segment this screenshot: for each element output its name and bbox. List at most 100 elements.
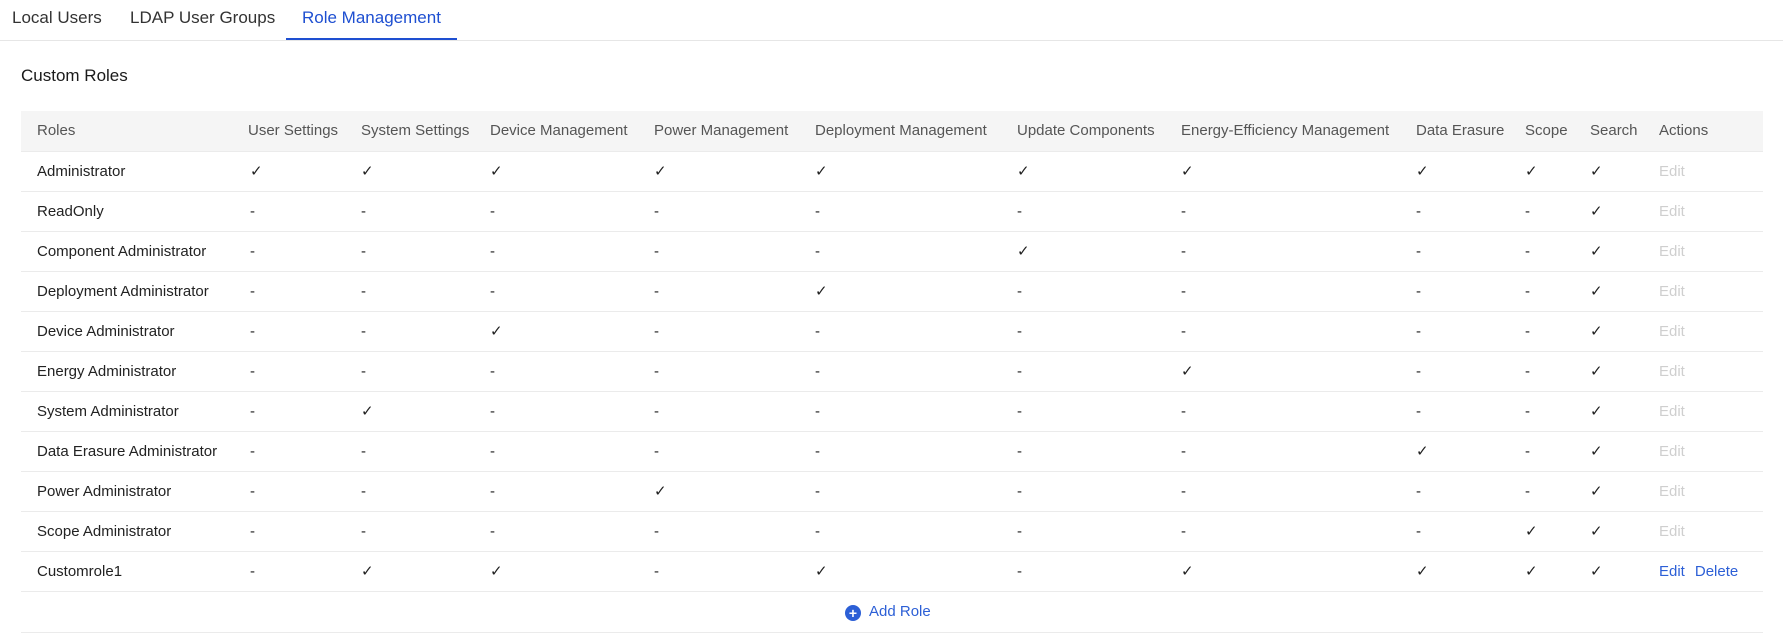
- permission-none: -: [250, 242, 255, 260]
- permission-none: -: [815, 442, 820, 460]
- permission-check: ✓: [361, 163, 374, 180]
- tab-role-management[interactable]: Role Management: [286, 0, 457, 40]
- permission-none: -: [1181, 242, 1186, 260]
- table-row: Scope Administrator - - - - - - - - ✓ ✓ Edit: [21, 511, 1763, 551]
- actions-cell: Edit: [1643, 431, 1763, 471]
- permission-none: -: [1416, 202, 1421, 220]
- permission-none: -: [815, 402, 820, 420]
- column-header: Update Components: [1017, 122, 1155, 140]
- permission-none: -: [654, 362, 659, 380]
- tab-ldap-user-groups[interactable]: LDAP User Groups: [130, 0, 275, 38]
- permission-none: -: [490, 442, 495, 460]
- permission-none: -: [1525, 242, 1530, 260]
- permission-check: ✓: [1590, 523, 1603, 540]
- permission-none: -: [250, 562, 255, 580]
- permission-none: -: [1416, 522, 1421, 540]
- permission-check: ✓: [1590, 283, 1603, 300]
- permission-none: -: [1017, 522, 1022, 540]
- permission-check: ✓: [1017, 243, 1030, 260]
- permission-none: -: [1181, 522, 1186, 540]
- column-header: Device Management: [490, 122, 628, 140]
- delete-link[interactable]: Delete: [1695, 563, 1738, 580]
- permission-none: -: [1017, 322, 1022, 340]
- table-header-row: Roles User Settings System Settings Device …: [21, 111, 1763, 151]
- edit-link: Edit: [1659, 362, 1685, 380]
- permission-check: ✓: [1590, 323, 1603, 340]
- section-title: Custom Roles: [21, 66, 128, 85]
- permission-none: -: [1181, 202, 1186, 220]
- permission-none: -: [1181, 282, 1186, 300]
- permission-check: ✓: [361, 563, 374, 580]
- permission-none: -: [361, 482, 366, 500]
- permission-check: ✓: [654, 163, 667, 180]
- table-row: ReadOnly - - - - - - - - - ✓ Edit: [21, 191, 1763, 231]
- column-header: Energy-Efficiency Management: [1181, 122, 1390, 140]
- permission-none: -: [1525, 362, 1530, 380]
- permission-check: ✓: [1590, 203, 1603, 220]
- column-header: Scope: [1525, 122, 1568, 140]
- tab-local-users[interactable]: Local Users: [12, 0, 102, 38]
- actions-cell: Edit: [1643, 311, 1763, 351]
- permission-none: -: [1525, 442, 1530, 460]
- edit-link[interactable]: Edit: [1659, 563, 1685, 580]
- role-name: ReadOnly: [37, 202, 104, 220]
- permission-none: -: [1017, 442, 1022, 460]
- actions-cell: Edit: [1643, 271, 1763, 311]
- permission-none: -: [1181, 482, 1186, 500]
- permission-none: -: [654, 442, 659, 460]
- permission-none: -: [490, 282, 495, 300]
- table-row: Customrole1 - ✓ ✓ - ✓ - ✓ ✓ ✓ ✓ Edit Delete: [21, 551, 1763, 591]
- permission-none: -: [1416, 362, 1421, 380]
- edit-link: Edit: [1659, 482, 1685, 500]
- add-role-label: Add Role: [869, 602, 931, 620]
- edit-link: Edit: [1659, 162, 1685, 180]
- add-role-button[interactable]: + Add Role: [845, 592, 931, 632]
- column-header: Actions: [1659, 122, 1709, 140]
- permission-none: -: [815, 242, 820, 260]
- permission-check: ✓: [1416, 563, 1429, 580]
- permission-none: -: [250, 322, 255, 340]
- table-row: Administrator ✓ ✓ ✓ ✓ ✓ ✓ ✓ ✓ ✓ ✓ Edit: [21, 151, 1763, 191]
- permission-none: -: [1416, 322, 1421, 340]
- permission-none: -: [815, 482, 820, 500]
- permission-none: -: [1181, 442, 1186, 460]
- role-name: Power Administrator: [37, 482, 172, 500]
- role-name: Deployment Administrator: [37, 282, 209, 300]
- edit-link: Edit: [1659, 522, 1685, 540]
- permission-none: -: [1017, 362, 1022, 380]
- table-row: Power Administrator - - - ✓ - - - - - ✓ Edit: [21, 471, 1763, 511]
- permission-none: -: [654, 522, 659, 540]
- add-role-row: + Add Role: [21, 592, 1763, 633]
- role-name: Energy Administrator: [37, 362, 177, 380]
- permission-none: -: [250, 282, 255, 300]
- permission-check: ✓: [250, 163, 263, 180]
- permission-none: -: [361, 442, 366, 460]
- permission-none: -: [1525, 402, 1530, 420]
- column-header: Roles: [37, 122, 76, 140]
- permission-check: ✓: [1181, 563, 1194, 580]
- permission-none: -: [490, 482, 495, 500]
- permission-none: -: [361, 242, 366, 260]
- column-header: Data Erasure: [1416, 122, 1505, 140]
- column-header: System Settings: [361, 122, 470, 140]
- permission-none: -: [1416, 402, 1421, 420]
- permission-none: -: [250, 522, 255, 540]
- column-header: User Settings: [248, 122, 339, 140]
- permission-check: ✓: [1181, 163, 1194, 180]
- permission-check: ✓: [815, 283, 828, 300]
- role-name: Component Administrator: [37, 242, 207, 260]
- permission-none: -: [1525, 282, 1530, 300]
- permission-none: -: [361, 282, 366, 300]
- permission-none: -: [815, 522, 820, 540]
- permission-check: ✓: [654, 483, 667, 500]
- permission-none: -: [490, 202, 495, 220]
- permission-none: -: [815, 322, 820, 340]
- role-name: Administrator: [37, 162, 126, 180]
- edit-link: Edit: [1659, 322, 1685, 340]
- roles-table-container: Roles User Settings System Settings Device …: [21, 111, 1763, 633]
- table-row: Deployment Administrator - - - - ✓ - - - - ✓ Edit: [21, 271, 1763, 311]
- permission-none: -: [1017, 202, 1022, 220]
- actions-cell: Edit: [1643, 151, 1763, 191]
- permission-check: ✓: [1525, 163, 1538, 180]
- permission-none: -: [1181, 322, 1186, 340]
